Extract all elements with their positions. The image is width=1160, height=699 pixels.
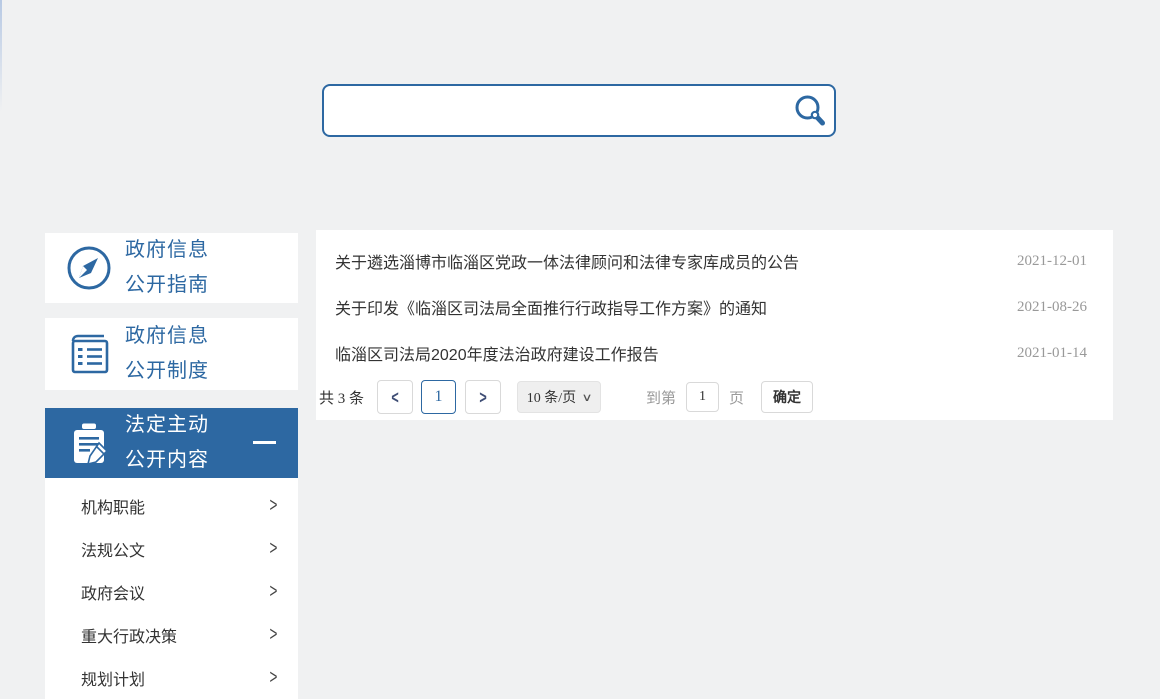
article-date: 2021-08-26 [1017, 298, 1087, 315]
chevron-right-icon: > [269, 537, 278, 560]
article-link[interactable]: 临淄区司法局2020年度法治政府建设工作报告 [335, 341, 659, 365]
sidebar-item-label: 政府信息 公开指南 [125, 239, 209, 296]
sidebar-submenu: 机构职能 > 法规公文 > 政府会议 > 重大行政决策 > 规划计划 > [45, 478, 298, 699]
page-size-value: 10 条/页 [526, 391, 577, 406]
sidebar-item-statutory-disclosure[interactable]: 法定主动 公开内容 [45, 408, 298, 478]
goto-page-input[interactable] [686, 382, 720, 412]
decorative-edge-line [0, 0, 2, 112]
sidebar: 政府信息 公开指南 政府信息 公开制度 法定主动 公开内容 机构职能 > 法规公… [45, 233, 298, 699]
article-date: 2021-12-01 [1017, 252, 1087, 269]
notebook-icon [63, 329, 115, 379]
compass-icon [63, 243, 115, 293]
article-row: 关于印发《临淄区司法局全面推行行政指导工作方案》的通知 2021-08-26 [316, 284, 1113, 330]
minus-icon [253, 441, 276, 444]
magnifier-icon [792, 93, 828, 129]
pagination: 共 3 条 < 1 > 10 条/页 ∨ 到第 页 确定 [316, 380, 1113, 414]
submenu-item-org-functions[interactable]: 机构职能 > [45, 484, 298, 527]
article-row: 临淄区司法局2020年度法治政府建设工作报告 2021-01-14 [316, 330, 1113, 376]
submenu-item-major-decisions[interactable]: 重大行政决策 > [45, 613, 298, 656]
submenu-item-label: 重大行政决策 [81, 628, 178, 646]
chevron-right-icon: > [479, 386, 487, 408]
chevron-down-icon: ∨ [581, 391, 593, 404]
chevron-right-icon: > [269, 580, 278, 603]
sidebar-item-label: 法定主动 公开内容 [125, 414, 209, 471]
submenu-item-label: 机构职能 [81, 499, 146, 517]
goto-page-suffix: 页 [729, 389, 745, 407]
confirm-button[interactable]: 确定 [761, 381, 814, 413]
search-button[interactable] [786, 86, 834, 135]
search-input[interactable] [324, 86, 786, 135]
article-link[interactable]: 关于遴选淄博市临淄区党政一体法律顾问和法律专家库成员的公告 [335, 249, 799, 273]
article-link[interactable]: 关于印发《临淄区司法局全面推行行政指导工作方案》的通知 [335, 295, 767, 319]
submenu-item-plans[interactable]: 规划计划 > [45, 656, 298, 699]
article-list-panel: 关于遴选淄博市临淄区党政一体法律顾问和法律专家库成员的公告 2021-12-01… [316, 230, 1113, 420]
sidebar-item-disclosure-system[interactable]: 政府信息 公开制度 [45, 318, 298, 390]
chevron-right-icon: > [269, 623, 278, 646]
sidebar-item-label: 政府信息 公开制度 [125, 325, 209, 382]
chevron-left-icon: < [391, 386, 399, 408]
submenu-item-label: 法规公文 [81, 542, 146, 560]
chevron-right-icon: > [269, 666, 278, 689]
prev-page-button[interactable]: < [377, 380, 414, 414]
submenu-item-regulations[interactable]: 法规公文 > [45, 527, 298, 570]
page-1-button[interactable]: 1 [421, 380, 457, 414]
pagination-total: 共 3 条 [319, 390, 365, 407]
article-date: 2021-01-14 [1017, 344, 1087, 361]
article-row: 关于遴选淄博市临淄区党政一体法律顾问和法律专家库成员的公告 2021-12-01 [316, 238, 1113, 284]
submenu-item-gov-meetings[interactable]: 政府会议 > [45, 570, 298, 613]
next-page-button[interactable]: > [465, 380, 502, 414]
submenu-item-label: 政府会议 [81, 585, 146, 603]
page-size-select[interactable]: 10 条/页 ∨ [517, 381, 602, 413]
chevron-right-icon: > [269, 494, 278, 517]
clipboard-pencil-icon [63, 420, 115, 466]
goto-page-prefix: 到第 [646, 389, 677, 407]
search-bar [322, 84, 836, 137]
submenu-item-label: 规划计划 [81, 671, 146, 689]
sidebar-item-disclosure-guide[interactable]: 政府信息 公开指南 [45, 233, 298, 303]
